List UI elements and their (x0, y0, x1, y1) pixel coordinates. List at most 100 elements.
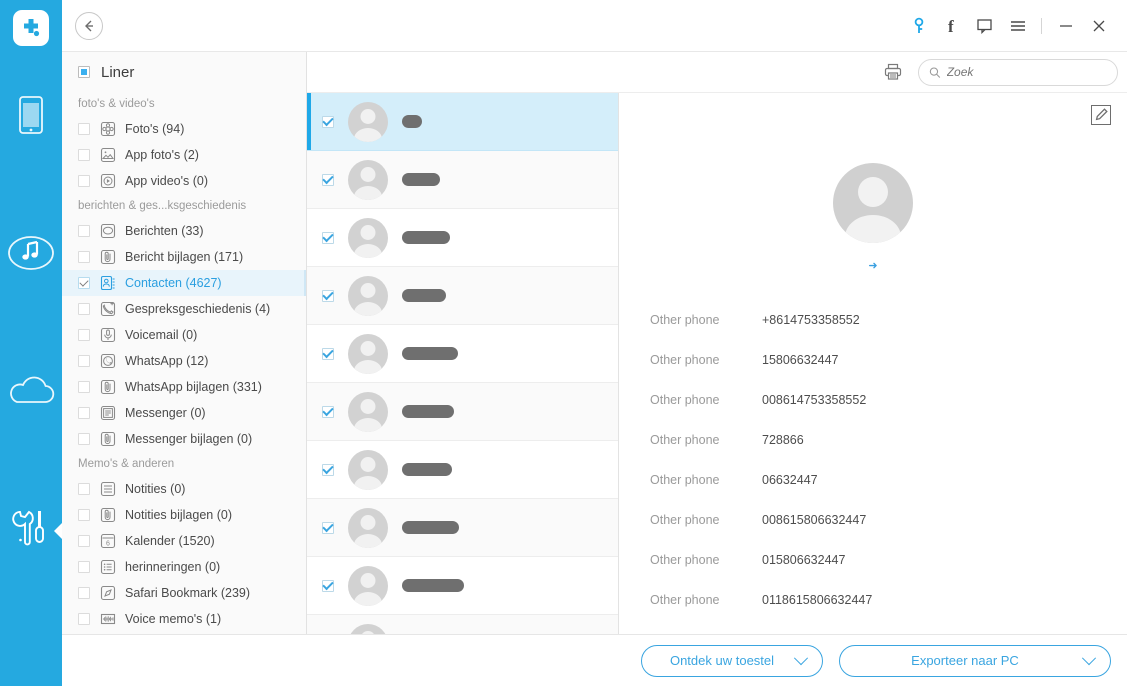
category-checkbox[interactable] (78, 123, 90, 135)
minimize-icon[interactable] (1049, 10, 1082, 42)
category-checkbox[interactable] (78, 355, 90, 367)
contact-field-label: Other phone (650, 513, 720, 527)
category-checkbox[interactable] (78, 149, 90, 161)
menu-icon[interactable] (1001, 10, 1034, 42)
contact-list-item[interactable] (307, 267, 618, 325)
select-all-checkbox[interactable] (78, 66, 90, 78)
sidebar-item-toolkit[interactable] (0, 488, 62, 574)
sidebar-header[interactable]: Liner (62, 52, 306, 92)
category-checkbox[interactable] (78, 381, 90, 393)
sidebar-item-contacten-4627[interactable]: Contacten (4627) (62, 270, 306, 296)
contact-name-redacted (402, 347, 458, 360)
contact-list-item[interactable] (307, 441, 618, 499)
facebook-icon[interactable]: f (935, 10, 968, 42)
search-input[interactable] (946, 65, 1107, 79)
contact-checkbox[interactable] (322, 289, 334, 302)
search-box[interactable] (918, 58, 1118, 86)
category-checkbox[interactable] (78, 613, 90, 625)
close-icon[interactable] (1082, 10, 1115, 42)
category-checkbox[interactable] (78, 225, 90, 237)
discover-device-button[interactable]: Ontdek uw toestel (641, 644, 823, 677)
sidebar-item-voicemail-0[interactable]: Voicemail (0) (62, 322, 306, 348)
contact-field-label: Other phone (650, 393, 720, 407)
contact-list-item[interactable] (307, 93, 618, 151)
export-to-pc-button[interactable]: Exporteer naar PC (839, 644, 1111, 677)
sidebar-item-kalender-1520[interactable]: 6 Kalender (1520) (62, 528, 306, 554)
sidebar-item-herinneringen-0[interactable]: herinneringen (0) (62, 554, 306, 580)
sidebar-item-whatsapp-12[interactable]: WhatsApp (12) (62, 348, 306, 374)
sidebar-item-bericht-bijlagen-171[interactable]: Bericht bijlagen (171) (62, 244, 306, 270)
sidebar-item-notities-bijlagen-0[interactable]: Notities bijlagen (0) (62, 502, 306, 528)
category-sidebar: Liner foto's & video's Foto's (94) App fot… (62, 52, 307, 686)
printer-icon[interactable] (880, 59, 906, 85)
contact-checkbox[interactable] (322, 579, 334, 592)
category-checkbox[interactable] (78, 433, 90, 445)
category-checkbox[interactable] (78, 251, 90, 263)
notes-icon (99, 481, 116, 498)
sidebar-item-messenger-0[interactable]: Messenger (0) (62, 400, 306, 426)
contact-list-item[interactable] (307, 499, 618, 557)
panes: ➜ Other phone +8614753358552 Other phone 15… (307, 93, 1127, 686)
contact-list-item[interactable] (307, 151, 618, 209)
sidebar-item-notities-0[interactable]: Notities (0) (62, 476, 306, 502)
content-area: ➜ Other phone +8614753358552 Other phone 15… (307, 52, 1127, 686)
key-icon[interactable] (902, 10, 935, 42)
contact-field-row: Other phone 008614753358552 (619, 380, 1127, 420)
edit-pencil-icon[interactable] (1091, 105, 1111, 125)
attachment-icon (99, 249, 116, 266)
category-checkbox[interactable] (78, 329, 90, 341)
contact-list-item[interactable] (307, 383, 618, 441)
sidebar-item-app-video-s-0[interactable]: App video's (0) (62, 168, 306, 194)
reminders-icon (99, 559, 116, 576)
category-checkbox[interactable] (78, 175, 90, 187)
category-checkbox[interactable] (78, 277, 90, 289)
contact-checkbox[interactable] (322, 115, 334, 128)
sidebar-item-messenger-bijlagen-0[interactable]: Messenger bijlagen (0) (62, 426, 306, 452)
category-checkbox[interactable] (78, 509, 90, 521)
sidebar-item-berichten-33[interactable]: Berichten (33) (62, 218, 306, 244)
contact-field-row: Other phone 015806632447 (619, 540, 1127, 580)
category-checkbox[interactable] (78, 535, 90, 547)
sidebar-item-label: App video's (0) (125, 174, 208, 188)
svg-text:f: f (948, 17, 954, 35)
sidebar-item-label: Voicemail (0) (125, 328, 198, 342)
category-checkbox[interactable] (78, 407, 90, 419)
contact-list-item[interactable] (307, 209, 618, 267)
sidebar-item-device[interactable] (0, 74, 62, 160)
back-button[interactable] (75, 11, 103, 40)
contact-name-redacted: ➜ (868, 260, 878, 272)
category-checkbox[interactable] (78, 561, 90, 573)
contact-avatar (348, 565, 388, 606)
contact-checkbox[interactable] (322, 463, 334, 476)
contact-checkbox[interactable] (322, 173, 334, 186)
sidebar-item-music[interactable] (0, 212, 62, 298)
category-checkbox[interactable] (78, 587, 90, 599)
contact-checkbox[interactable] (322, 231, 334, 244)
contact-list-item[interactable] (307, 557, 618, 615)
feedback-bubble-icon[interactable] (968, 10, 1001, 42)
contact-list-item[interactable] (307, 325, 618, 383)
title-bar: f (62, 0, 1127, 52)
app-logo (13, 10, 49, 46)
whatsapp-icon (99, 353, 116, 370)
sidebar-item-foto-s-94[interactable]: Foto's (94) (62, 116, 306, 142)
device-icon (17, 95, 45, 140)
sidebar-item-voice-memo-s-1[interactable]: Voice memo's (1) (62, 606, 306, 632)
back-arrow-icon (85, 20, 93, 31)
contact-field-label: Other phone (650, 313, 720, 327)
sidebar-item-cloud[interactable] (0, 350, 62, 436)
sidebar-item-app-foto-s-2[interactable]: App foto's (2) (62, 142, 306, 168)
sidebar-item-safari-bookmark-239[interactable]: Safari Bookmark (239) (62, 580, 306, 606)
chevron-down-icon (1081, 650, 1097, 665)
category-checkbox[interactable] (78, 483, 90, 495)
contacts-icon (99, 275, 116, 292)
contact-checkbox[interactable] (322, 405, 334, 418)
contact-checkbox[interactable] (322, 347, 334, 360)
sidebar-item-label: herinneringen (0) (125, 560, 221, 574)
cloud-icon (6, 376, 56, 411)
contact-list[interactable] (307, 93, 619, 686)
contact-checkbox[interactable] (322, 521, 334, 534)
sidebar-item-whatsapp-bijlagen-331[interactable]: WhatsApp bijlagen (331) (62, 374, 306, 400)
category-checkbox[interactable] (78, 303, 90, 315)
sidebar-item-gespreksgeschiedenis-4[interactable]: Gespreksgeschiedenis (4) (62, 296, 306, 322)
